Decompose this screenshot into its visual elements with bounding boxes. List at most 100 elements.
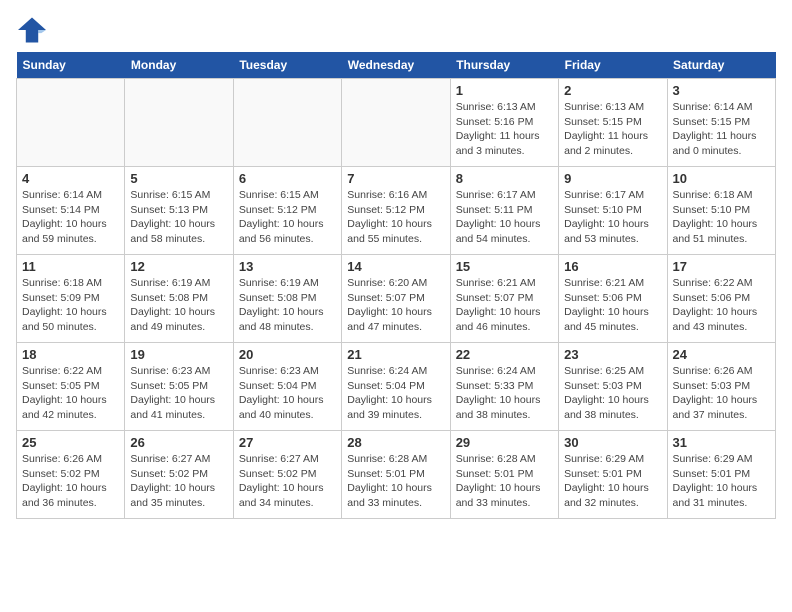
day-number: 20 (239, 347, 336, 362)
weekday-monday: Monday (125, 52, 233, 79)
day-info: Sunrise: 6:22 AM Sunset: 5:06 PM Dayligh… (673, 276, 770, 335)
day-info: Sunrise: 6:19 AM Sunset: 5:08 PM Dayligh… (130, 276, 227, 335)
day-number: 4 (22, 171, 119, 186)
day-number: 5 (130, 171, 227, 186)
day-info: Sunrise: 6:24 AM Sunset: 5:33 PM Dayligh… (456, 364, 553, 423)
day-number: 26 (130, 435, 227, 450)
day-cell: 18 Sunrise: 6:22 AM Sunset: 5:05 PM Dayli… (17, 343, 125, 431)
day-info: Sunrise: 6:26 AM Sunset: 5:02 PM Dayligh… (22, 452, 119, 511)
day-info: Sunrise: 6:21 AM Sunset: 5:07 PM Dayligh… (456, 276, 553, 335)
day-info: Sunrise: 6:20 AM Sunset: 5:07 PM Dayligh… (347, 276, 444, 335)
day-number: 23 (564, 347, 661, 362)
day-cell (233, 79, 341, 167)
day-info: Sunrise: 6:15 AM Sunset: 5:12 PM Dayligh… (239, 188, 336, 247)
weekday-sunday: Sunday (17, 52, 125, 79)
day-cell: 5 Sunrise: 6:15 AM Sunset: 5:13 PM Daylig… (125, 167, 233, 255)
day-number: 10 (673, 171, 770, 186)
page-header (16, 16, 776, 44)
day-info: Sunrise: 6:17 AM Sunset: 5:10 PM Dayligh… (564, 188, 661, 247)
day-cell: 31 Sunrise: 6:29 AM Sunset: 5:01 PM Dayli… (667, 431, 775, 519)
day-cell: 17Sunrise: 6:22 AM Sunset: 5:06 PM Dayli… (667, 255, 775, 343)
day-number: 7 (347, 171, 444, 186)
day-info: Sunrise: 6:16 AM Sunset: 5:12 PM Dayligh… (347, 188, 444, 247)
day-info: Sunrise: 6:18 AM Sunset: 5:10 PM Dayligh… (673, 188, 770, 247)
day-number: 22 (456, 347, 553, 362)
day-cell: 8 Sunrise: 6:17 AM Sunset: 5:11 PM Daylig… (450, 167, 558, 255)
day-cell: 4 Sunrise: 6:14 AM Sunset: 5:14 PM Daylig… (17, 167, 125, 255)
day-cell: 3 Sunrise: 6:14 AM Sunset: 5:15 PM Daylig… (667, 79, 775, 167)
day-number: 12 (130, 259, 227, 274)
week-row-5: 25Sunrise: 6:26 AM Sunset: 5:02 PM Dayli… (17, 431, 776, 519)
calendar-header: SundayMondayTuesdayWednesdayThursdayFrid… (17, 52, 776, 79)
weekday-friday: Friday (559, 52, 667, 79)
day-info: Sunrise: 6:26 AM Sunset: 5:03 PM Dayligh… (673, 364, 770, 423)
day-number: 28 (347, 435, 444, 450)
day-cell: 6 Sunrise: 6:15 AM Sunset: 5:12 PM Daylig… (233, 167, 341, 255)
day-cell: 10 Sunrise: 6:18 AM Sunset: 5:10 PM Dayli… (667, 167, 775, 255)
day-cell: 29 Sunrise: 6:28 AM Sunset: 5:01 PM Dayli… (450, 431, 558, 519)
day-info: Sunrise: 6:23 AM Sunset: 5:04 PM Dayligh… (239, 364, 336, 423)
day-number: 2 (564, 83, 661, 98)
day-number: 9 (564, 171, 661, 186)
day-info: Sunrise: 6:18 AM Sunset: 5:09 PM Dayligh… (22, 276, 119, 335)
day-number: 27 (239, 435, 336, 450)
day-number: 29 (456, 435, 553, 450)
day-number: 16 (564, 259, 661, 274)
week-row-1: 1 Sunrise: 6:13 AM Sunset: 5:16 PM Daylig… (17, 79, 776, 167)
day-info: Sunrise: 6:13 AM Sunset: 5:15 PM Dayligh… (564, 100, 661, 159)
day-number: 18 (22, 347, 119, 362)
day-number: 3 (673, 83, 770, 98)
day-info: Sunrise: 6:22 AM Sunset: 5:05 PM Dayligh… (22, 364, 119, 423)
day-cell: 22 Sunrise: 6:24 AM Sunset: 5:33 PM Dayli… (450, 343, 558, 431)
day-info: Sunrise: 6:14 AM Sunset: 5:14 PM Dayligh… (22, 188, 119, 247)
day-info: Sunrise: 6:29 AM Sunset: 5:01 PM Dayligh… (564, 452, 661, 511)
day-number: 31 (673, 435, 770, 450)
day-cell (342, 79, 450, 167)
day-cell: 23 Sunrise: 6:25 AM Sunset: 5:03 PM Dayli… (559, 343, 667, 431)
day-number: 13 (239, 259, 336, 274)
day-cell: 24 Sunrise: 6:26 AM Sunset: 5:03 PM Dayli… (667, 343, 775, 431)
day-number: 15 (456, 259, 553, 274)
day-cell: 9 Sunrise: 6:17 AM Sunset: 5:10 PM Daylig… (559, 167, 667, 255)
day-info: Sunrise: 6:15 AM Sunset: 5:13 PM Dayligh… (130, 188, 227, 247)
day-info: Sunrise: 6:24 AM Sunset: 5:04 PM Dayligh… (347, 364, 444, 423)
day-number: 11 (22, 259, 119, 274)
weekday-wednesday: Wednesday (342, 52, 450, 79)
logo (16, 16, 52, 44)
day-cell: 13 Sunrise: 6:19 AM Sunset: 5:08 PM Dayli… (233, 255, 341, 343)
day-info: Sunrise: 6:25 AM Sunset: 5:03 PM Dayligh… (564, 364, 661, 423)
calendar-body: 1 Sunrise: 6:13 AM Sunset: 5:16 PM Daylig… (17, 79, 776, 519)
day-info: Sunrise: 6:27 AM Sunset: 5:02 PM Dayligh… (130, 452, 227, 511)
week-row-2: 4 Sunrise: 6:14 AM Sunset: 5:14 PM Daylig… (17, 167, 776, 255)
day-number: 14 (347, 259, 444, 274)
day-cell: 25Sunrise: 6:26 AM Sunset: 5:02 PM Dayli… (17, 431, 125, 519)
day-cell: 15 Sunrise: 6:21 AM Sunset: 5:07 PM Dayli… (450, 255, 558, 343)
weekday-thursday: Thursday (450, 52, 558, 79)
day-info: Sunrise: 6:13 AM Sunset: 5:16 PM Dayligh… (456, 100, 553, 159)
day-number: 8 (456, 171, 553, 186)
day-cell (17, 79, 125, 167)
week-row-4: 18 Sunrise: 6:22 AM Sunset: 5:05 PM Dayli… (17, 343, 776, 431)
day-cell: 14 Sunrise: 6:20 AM Sunset: 5:07 PM Dayli… (342, 255, 450, 343)
day-info: Sunrise: 6:27 AM Sunset: 5:02 PM Dayligh… (239, 452, 336, 511)
weekday-saturday: Saturday (667, 52, 775, 79)
day-number: 24 (673, 347, 770, 362)
day-cell: 2 Sunrise: 6:13 AM Sunset: 5:15 PM Daylig… (559, 79, 667, 167)
day-cell: 7 Sunrise: 6:16 AM Sunset: 5:12 PM Daylig… (342, 167, 450, 255)
day-cell: 20 Sunrise: 6:23 AM Sunset: 5:04 PM Dayli… (233, 343, 341, 431)
day-cell: 26 Sunrise: 6:27 AM Sunset: 5:02 PM Dayli… (125, 431, 233, 519)
day-number: 21 (347, 347, 444, 362)
day-info: Sunrise: 6:29 AM Sunset: 5:01 PM Dayligh… (673, 452, 770, 511)
weekday-tuesday: Tuesday (233, 52, 341, 79)
day-info: Sunrise: 6:17 AM Sunset: 5:11 PM Dayligh… (456, 188, 553, 247)
day-info: Sunrise: 6:14 AM Sunset: 5:15 PM Dayligh… (673, 100, 770, 159)
day-info: Sunrise: 6:19 AM Sunset: 5:08 PM Dayligh… (239, 276, 336, 335)
day-number: 1 (456, 83, 553, 98)
day-cell: 12 Sunrise: 6:19 AM Sunset: 5:08 PM Dayli… (125, 255, 233, 343)
day-number: 6 (239, 171, 336, 186)
logo-icon (16, 16, 48, 44)
day-cell: 16Sunrise: 6:21 AM Sunset: 5:06 PM Dayli… (559, 255, 667, 343)
day-info: Sunrise: 6:28 AM Sunset: 5:01 PM Dayligh… (456, 452, 553, 511)
day-cell: 27 Sunrise: 6:27 AM Sunset: 5:02 PM Dayli… (233, 431, 341, 519)
day-cell (125, 79, 233, 167)
